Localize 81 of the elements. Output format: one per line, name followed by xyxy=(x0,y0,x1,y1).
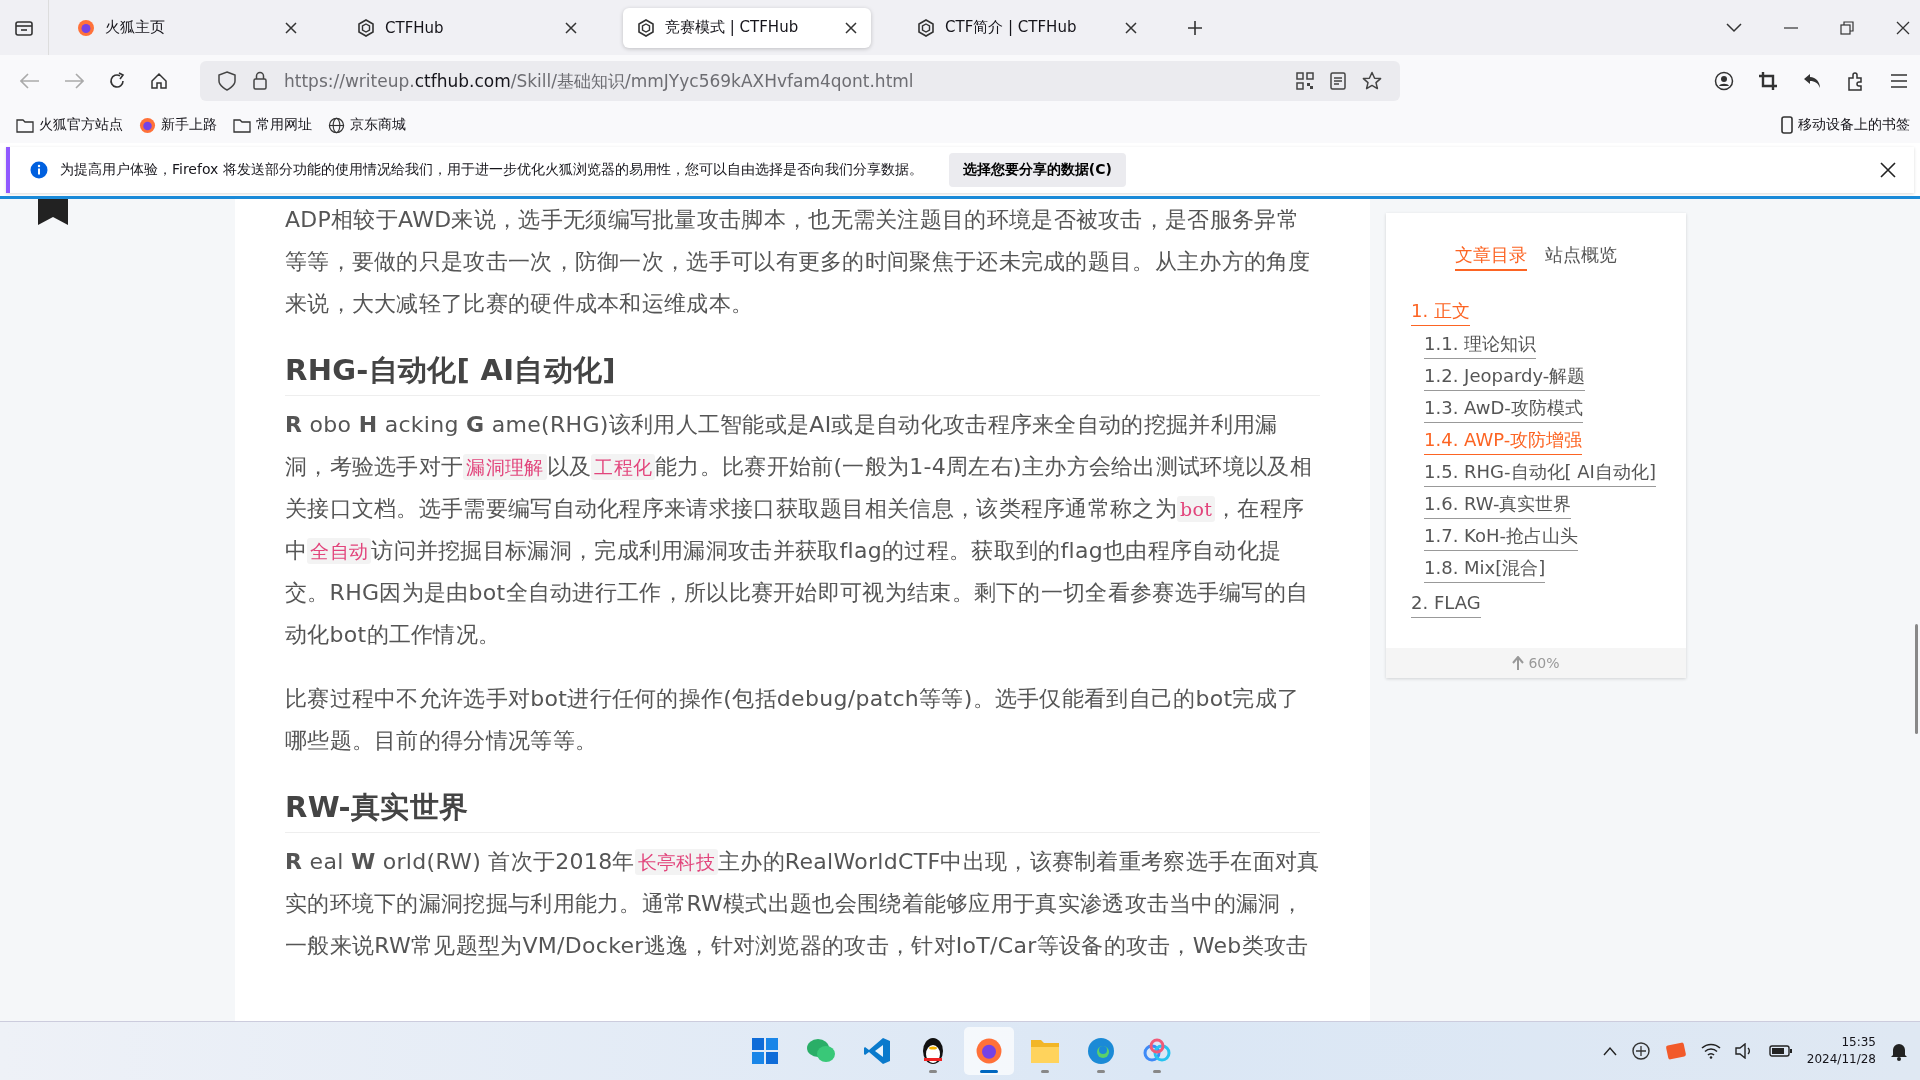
globe-icon xyxy=(328,116,345,134)
toc-link[interactable]: 2. FLAG xyxy=(1411,589,1481,618)
arrow-up-icon xyxy=(1512,656,1525,670)
notification-bell-icon[interactable] xyxy=(1890,1041,1908,1061)
undo-arrow-icon[interactable] xyxy=(1802,72,1822,90)
wifi-icon[interactable] xyxy=(1700,1043,1721,1059)
toc-link[interactable]: 1.7. KoH-抢占山头 xyxy=(1424,522,1579,551)
info-icon xyxy=(30,161,48,179)
folder-icon xyxy=(1030,1038,1060,1064)
account-icon[interactable] xyxy=(1714,71,1734,91)
bookmark-item[interactable]: 常用网址 xyxy=(233,116,312,134)
paragraph: ADP相较于AWD来说，选手无须编写批量攻击脚本，也无需关注题目的环境是否被攻击，是否服务异常等等，要做的只是攻击一次，防御一次，选手可以有更多的时间聚焦于还未完成的题目。从主办方的角度来说，大大减轻了比赛的硬件成本和运维成本。 xyxy=(285,206,1312,318)
cloud-app-icon xyxy=(1143,1038,1171,1064)
close-icon[interactable] xyxy=(285,21,297,34)
toc-link[interactable]: 1.6. RW-真实世界 xyxy=(1424,490,1572,519)
close-icon[interactable] xyxy=(1880,162,1896,178)
notification-message: 为提高用户体验，Firefox 将发送部分功能的使用情况给我们，用于进一步优化火狐浏览器的易用性，您可以自由选择是否向我们分享数据。 xyxy=(60,161,923,179)
taskbar-clock[interactable]: 15:35 2024/11/28 xyxy=(1806,1034,1876,1068)
close-icon[interactable] xyxy=(1896,20,1910,35)
qr-code-icon[interactable] xyxy=(1296,72,1314,90)
windows-logo-icon xyxy=(751,1037,779,1065)
address-bar[interactable]: https://writeup.ctfhub.com/Skill/基础知识/mmJYyc569kAXHvfam4qont.html xyxy=(200,61,1400,101)
hexagon-logo-icon xyxy=(917,18,935,37)
toc-link[interactable]: 1.8. Mix[混合] xyxy=(1424,554,1546,583)
bookmark-item[interactable]: 火狐官方站点 xyxy=(16,116,123,134)
toc-link[interactable]: 1.1. 理论知识 xyxy=(1424,330,1537,359)
hexagon-logo-icon xyxy=(357,18,375,37)
mobile-bookmarks-item[interactable]: 移动设备上的书签 xyxy=(1781,116,1910,134)
browser-tab[interactable]: CTF简介 | CTFHub xyxy=(903,7,1151,48)
folder-icon xyxy=(16,117,34,133)
firefox-icon xyxy=(139,116,156,134)
toc-link[interactable]: 1.3. AwD-攻防模式 xyxy=(1424,394,1583,423)
chevron-up-icon[interactable] xyxy=(1602,1046,1617,1056)
chevron-down-icon[interactable] xyxy=(1726,22,1742,33)
scrollbar-thumb[interactable] xyxy=(1915,624,1918,734)
tab-title: CTF简介 | CTFHub xyxy=(945,18,1078,37)
tab-title: CTFHub xyxy=(385,18,445,37)
penguin-icon xyxy=(920,1036,946,1066)
minimize-icon[interactable] xyxy=(1784,26,1798,29)
bookmark-item[interactable]: 新手上路 xyxy=(139,116,217,134)
paragraph: R eal W orld(RW) 首次于2018年 长亭科技 主办的RealWorldCTF中出现，该赛制着重考察选手在面对真实的环境下的漏洞挖掘与利用能力。通常RW模式出题也会围绕着能够应用于真实渗透攻击当中的漏洞，一般来说RW常见题型为VM/Docker逃逸，针对浏览器的攻击，针对IoT/Car等设备的攻击，Web类攻击 xyxy=(285,848,1320,960)
hexagon-logo-icon xyxy=(637,18,655,37)
close-icon[interactable] xyxy=(845,21,857,34)
firefox-icon xyxy=(975,1037,1003,1065)
url-text: https://writeup.ctfhub.com/Skill/基础知识/mmJYyc569kAXHvfam4qont.html xyxy=(284,69,914,93)
tray-app-icon[interactable] xyxy=(1664,1041,1687,1061)
chat-bubbles-icon xyxy=(806,1037,836,1065)
reader-view-icon[interactable] xyxy=(1330,72,1346,90)
phone-icon xyxy=(1781,116,1793,134)
section-heading: RHG-自动化[ AI自动化] xyxy=(285,349,1320,396)
code-editor-icon xyxy=(863,1037,891,1065)
firefox-icon xyxy=(77,18,95,37)
paragraph: R obo H acking G ame(RHG)该利用人工智能或是AI或是自动化攻击程序来全自动的挖掘并利用漏洞，考验选手对于 漏洞理解 以及 工程化能力。比赛开始前(一般为1-4周左右)主办方会给出测试环境以及相关接口文档。选手需要编写自动化程序来请求接口获取题目相关信息，该类程序通常称之为 bot，在程序中 全自动 访问并挖掘目标漏洞，完成利用漏洞攻击并获取flag的过程。获取到的flag也由程序自动化提交。RHG因为是由bot全自动进行工作，所以比赛开始即可视为结束。剩下的一切全看参赛选手编写的自动化bot的工作情况。 xyxy=(285,411,1313,649)
close-icon[interactable] xyxy=(1125,21,1137,34)
clock-date: 2024/11/28 xyxy=(1806,1051,1876,1068)
browser-tab[interactable]: 火狐主页 xyxy=(63,7,311,48)
toc-link[interactable]: 1.2. Jeopardy-解题 xyxy=(1424,362,1586,391)
reload-icon[interactable] xyxy=(108,72,126,90)
browser-tab[interactable]: CTFHub xyxy=(343,7,591,48)
browser-tab[interactable]: 竞赛模式 | CTFHub xyxy=(623,7,871,48)
paragraph: 比赛过程中不允许选手对bot进行任何的操作(包括debug/patch等等)。选手仅能看到自己的bot完成了哪些题。目前的得分情况等等。 xyxy=(285,685,1301,755)
shield-icon[interactable] xyxy=(218,71,236,91)
folder-icon xyxy=(233,117,251,133)
share-data-button[interactable]: 选择您要分享的数据(C) xyxy=(948,153,1126,187)
star-icon[interactable] xyxy=(1362,71,1382,91)
battery-icon[interactable] xyxy=(1768,1044,1793,1058)
toc-link[interactable]: 1.5. RHG-自动化[ AI自动化] xyxy=(1424,458,1656,487)
edge-browser-icon xyxy=(1087,1037,1115,1065)
toc-tab[interactable]: 站点概览 xyxy=(1545,243,1617,271)
lock-icon[interactable] xyxy=(252,71,268,91)
home-icon[interactable] xyxy=(150,72,168,90)
crop-icon[interactable] xyxy=(1758,71,1778,91)
close-icon[interactable] xyxy=(565,21,577,34)
tab-title: 火狐主页 xyxy=(105,18,166,37)
menu-icon[interactable] xyxy=(1890,74,1908,88)
tab-title: 竞赛模式 | CTFHub xyxy=(665,18,800,37)
section-heading: RW-真实世界 xyxy=(285,786,1320,833)
bookmark-item[interactable]: 京东商城 xyxy=(328,116,406,134)
restore-icon[interactable] xyxy=(1840,20,1854,35)
clock-time: 15:35 xyxy=(1841,1034,1876,1051)
new-tab-icon[interactable] xyxy=(1187,19,1203,36)
